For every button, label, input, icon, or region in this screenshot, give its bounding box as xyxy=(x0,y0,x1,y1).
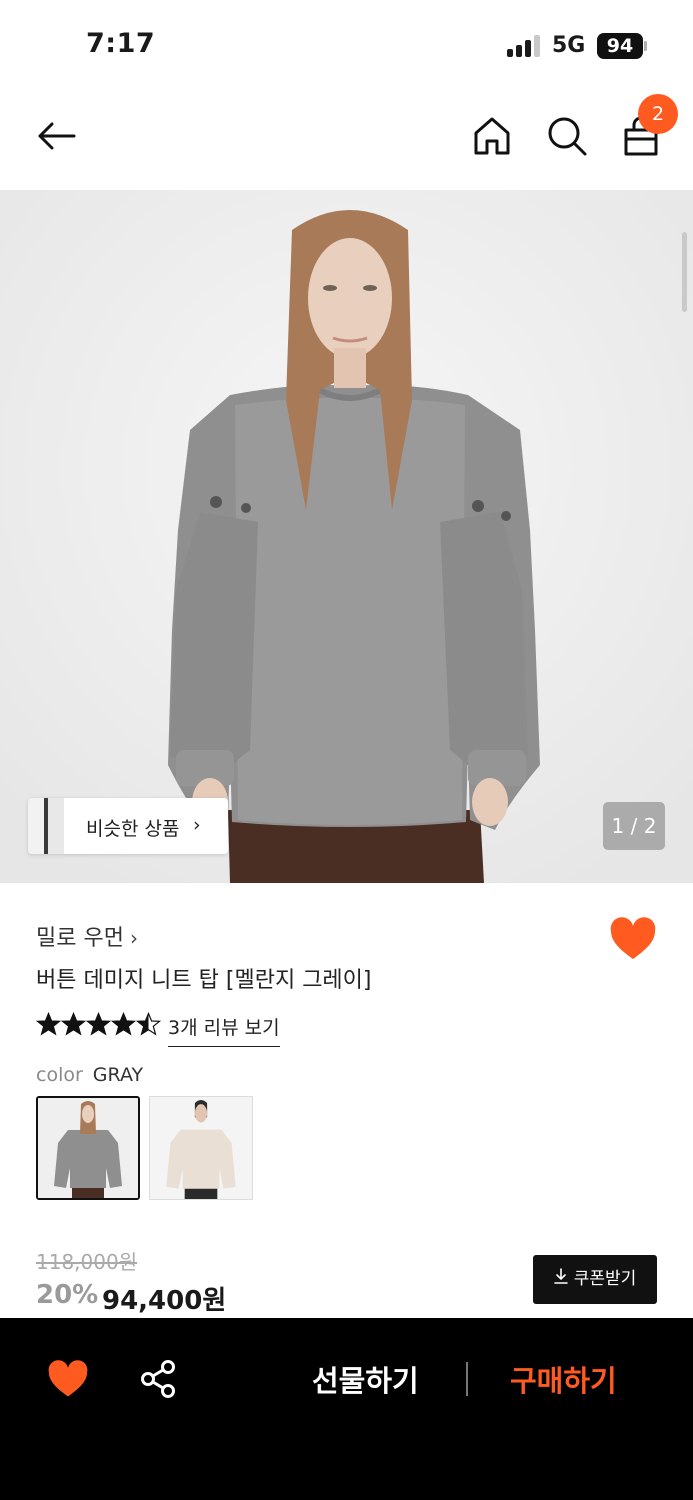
home-button[interactable] xyxy=(468,112,516,160)
selected-color: GRAY xyxy=(92,1064,144,1086)
beige-sweater-thumbnail xyxy=(150,1097,252,1199)
heart-icon xyxy=(48,1360,88,1397)
chevron-right-icon: › xyxy=(129,926,138,950)
reviews-link[interactable]: 3개 리뷰 보기 xyxy=(168,1013,280,1047)
like-button[interactable] xyxy=(609,917,657,963)
wishlist-button[interactable] xyxy=(47,1360,89,1400)
network-type: 5G xyxy=(552,33,586,58)
back-button[interactable] xyxy=(34,112,82,160)
heart-icon xyxy=(610,917,656,959)
similar-thumbnail xyxy=(28,798,64,854)
arrow-left-icon xyxy=(38,122,76,150)
gray-sweater-thumbnail xyxy=(38,1098,138,1198)
buy-button[interactable]: 구매하기 xyxy=(510,1358,617,1400)
star-full-icon xyxy=(61,1012,86,1036)
similar-products-label: 비슷한 상품 xyxy=(86,818,180,840)
coupon-button[interactable]: 쿠폰받기 xyxy=(533,1255,657,1304)
star-half-icon xyxy=(136,1012,161,1036)
battery-level: 94 xyxy=(597,33,643,59)
star-full-icon xyxy=(36,1012,61,1036)
brand-name: 밀로 우먼 xyxy=(36,926,124,951)
download-icon xyxy=(553,1255,568,1304)
color-selector-label: color GRAY xyxy=(36,1064,143,1086)
chevron-right-icon: › xyxy=(193,814,201,836)
signal-strength-icon xyxy=(507,35,543,57)
scroll-indicator xyxy=(682,232,687,312)
image-page-counter: 1 / 2 xyxy=(603,802,665,850)
similar-products-button[interactable]: 비슷한 상품 › xyxy=(28,798,228,854)
star-full-icon xyxy=(86,1012,111,1036)
color-swatch-beige[interactable] xyxy=(149,1096,253,1200)
discount-rate: 20% xyxy=(36,1280,99,1310)
top-nav xyxy=(0,90,693,190)
color-label: color xyxy=(36,1064,83,1086)
coupon-label: 쿠폰받기 xyxy=(573,1269,637,1289)
color-swatch-gray[interactable] xyxy=(36,1096,140,1200)
star-full-icon xyxy=(111,1012,136,1036)
status-bar: 7:17 5G 94 xyxy=(0,0,693,90)
product-photo xyxy=(0,190,693,883)
share-icon xyxy=(141,1360,175,1398)
divider xyxy=(466,1362,468,1396)
product-title: 버튼 데미지 니트 탑 [멜란지 그레이] xyxy=(36,968,372,993)
search-icon xyxy=(548,117,587,156)
sale-price: 94,400원 xyxy=(102,1286,227,1316)
share-button[interactable] xyxy=(138,1358,180,1400)
battery-icon xyxy=(644,41,647,51)
star-rating xyxy=(36,1012,161,1040)
home-icon xyxy=(474,117,510,155)
bottom-action-bar: 선물하기 구매하기 xyxy=(0,1318,693,1500)
original-price: 118,000원 xyxy=(36,1250,138,1274)
brand-link[interactable]: 밀로 우먼 › xyxy=(36,920,138,952)
product-image-carousel[interactable]: 비슷한 상품 › 1 / 2 xyxy=(0,190,693,883)
gift-button[interactable]: 선물하기 xyxy=(312,1358,419,1400)
search-button[interactable] xyxy=(543,112,591,160)
status-time: 7:17 xyxy=(86,28,156,59)
cart-count-badge: 2 xyxy=(638,94,678,134)
